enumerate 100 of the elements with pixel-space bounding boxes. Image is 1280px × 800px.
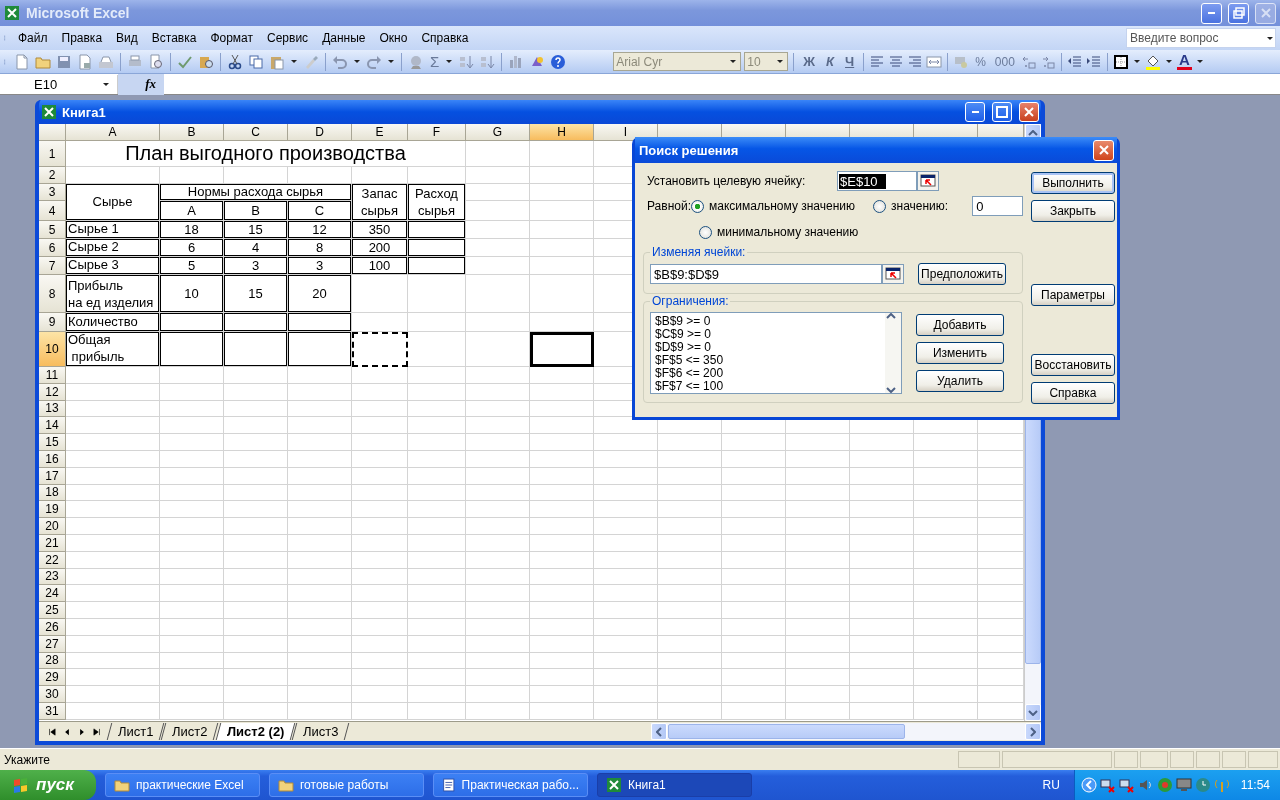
grid-cell[interactable]: [352, 467, 408, 485]
grid-cell[interactable]: [160, 400, 224, 418]
grid-cell[interactable]: [786, 484, 850, 502]
row-header[interactable]: 19: [39, 501, 66, 519]
grid-cell[interactable]: [352, 383, 408, 401]
grid-cell[interactable]: [352, 635, 408, 653]
grid-cell[interactable]: [850, 652, 914, 670]
menu-item[interactable]: Правка: [55, 29, 109, 47]
grid-cell[interactable]: [594, 602, 658, 619]
grid-cell[interactable]: [466, 313, 530, 332]
column-header[interactable]: H: [530, 124, 594, 141]
table-cell[interactable]: 100: [352, 257, 408, 275]
grid-cell[interactable]: [466, 383, 530, 401]
grid-cell[interactable]: [466, 652, 530, 670]
grid-cell[interactable]: [786, 451, 850, 468]
table-cell[interactable]: 4: [224, 239, 288, 257]
help-icon[interactable]: [549, 53, 568, 70]
align-center-icon[interactable]: [888, 53, 905, 70]
font-color-button[interactable]: A: [1176, 53, 1192, 70]
grid-cell[interactable]: [352, 602, 408, 619]
grid-cell[interactable]: [66, 383, 160, 401]
inbox-icon[interactable]: [97, 53, 115, 70]
grid-cell[interactable]: [850, 534, 914, 552]
grid-cell[interactable]: [530, 383, 594, 401]
grid-cell[interactable]: [530, 141, 594, 167]
column-header[interactable]: D: [288, 124, 352, 141]
column-header[interactable]: I: [594, 124, 658, 141]
table-cell[interactable]: [160, 332, 224, 367]
grid-cell[interactable]: [160, 501, 224, 519]
grid-cell[interactable]: [352, 367, 408, 384]
row-header[interactable]: 30: [39, 686, 66, 703]
grid-cell[interactable]: [408, 400, 466, 418]
grid-cell[interactable]: [408, 602, 466, 619]
grid-cell[interactable]: [66, 702, 160, 720]
restore-button[interactable]: [1228, 2, 1249, 24]
grid-cell[interactable]: [914, 618, 978, 636]
grid-cell[interactable]: [722, 635, 786, 653]
table-cell[interactable]: Запас сырья: [352, 184, 408, 221]
merge-cells-icon[interactable]: [926, 53, 943, 70]
row-header[interactable]: 4: [39, 201, 66, 221]
grid-cell[interactable]: [850, 451, 914, 468]
grid-cell[interactable]: [722, 602, 786, 619]
grid-cell[interactable]: [530, 451, 594, 468]
grid-cell[interactable]: [786, 568, 850, 586]
grid-cell[interactable]: [408, 652, 466, 670]
grid-cell[interactable]: [722, 686, 786, 703]
table-cell[interactable]: 350: [352, 221, 408, 239]
grid-cell[interactable]: [352, 686, 408, 703]
grid-cell[interactable]: [530, 184, 594, 201]
caret-icon[interactable]: [1195, 59, 1204, 64]
grid-cell[interactable]: [352, 400, 408, 418]
grid-cell[interactable]: [66, 551, 160, 569]
grid-cell[interactable]: [66, 484, 160, 502]
grid-cell[interactable]: [224, 167, 288, 184]
grid-cell[interactable]: [914, 518, 978, 535]
sheet-tab[interactable]: Лист3: [292, 723, 351, 740]
grid-cell[interactable]: [658, 702, 722, 720]
grid-cell[interactable]: [288, 618, 352, 636]
grid-cell[interactable]: [530, 669, 594, 687]
grid-cell[interactable]: [66, 686, 160, 703]
grid-cell[interactable]: [160, 652, 224, 670]
grid-cell[interactable]: [658, 518, 722, 535]
grid-cell[interactable]: [530, 551, 594, 569]
table-cell[interactable]: C: [288, 201, 352, 221]
grid-cell[interactable]: [658, 602, 722, 619]
row-header[interactable]: 10: [39, 332, 66, 367]
table-cell[interactable]: [224, 313, 288, 332]
table-cell[interactable]: [408, 221, 466, 239]
decrease-indent-icon[interactable]: [1066, 53, 1083, 70]
row-header[interactable]: 7: [39, 257, 66, 275]
scroll-right-button[interactable]: [1025, 723, 1041, 740]
grid-cell[interactable]: [66, 451, 160, 468]
table-cell[interactable]: Сырье 3: [66, 257, 160, 275]
value-field[interactable]: 0: [972, 196, 1023, 216]
grid-cell[interactable]: [786, 652, 850, 670]
grid-cell[interactable]: [594, 467, 658, 485]
shield-icon[interactable]: [1156, 777, 1173, 793]
grid-cell[interactable]: [466, 686, 530, 703]
grid-cell[interactable]: [160, 534, 224, 552]
list-item[interactable]: $F$7 <= 100: [655, 380, 881, 393]
grid-cell[interactable]: [352, 501, 408, 519]
grid-cell[interactable]: [466, 551, 530, 569]
grid-cell[interactable]: [352, 534, 408, 552]
caret-icon[interactable]: [1164, 59, 1173, 64]
column-header[interactable]: A: [66, 124, 160, 141]
grid-cell[interactable]: [658, 652, 722, 670]
horizontal-scrollbar[interactable]: [651, 723, 1041, 740]
guess-button[interactable]: Предположить: [918, 263, 1006, 285]
grid-cell[interactable]: [658, 635, 722, 653]
grid-cell[interactable]: [66, 618, 160, 636]
grid-cell[interactable]: [288, 400, 352, 418]
grid-cell[interactable]: [408, 434, 466, 451]
grid-cell[interactable]: [658, 618, 722, 636]
text-style-button[interactable]: К: [822, 54, 839, 69]
grid-cell[interactable]: [66, 400, 160, 418]
column-header[interactable]: C: [224, 124, 288, 141]
grid-cell[interactable]: [160, 484, 224, 502]
table-cell[interactable]: Сырье: [66, 184, 160, 221]
grid-cell[interactable]: [466, 669, 530, 687]
grid-cell[interactable]: [352, 669, 408, 687]
